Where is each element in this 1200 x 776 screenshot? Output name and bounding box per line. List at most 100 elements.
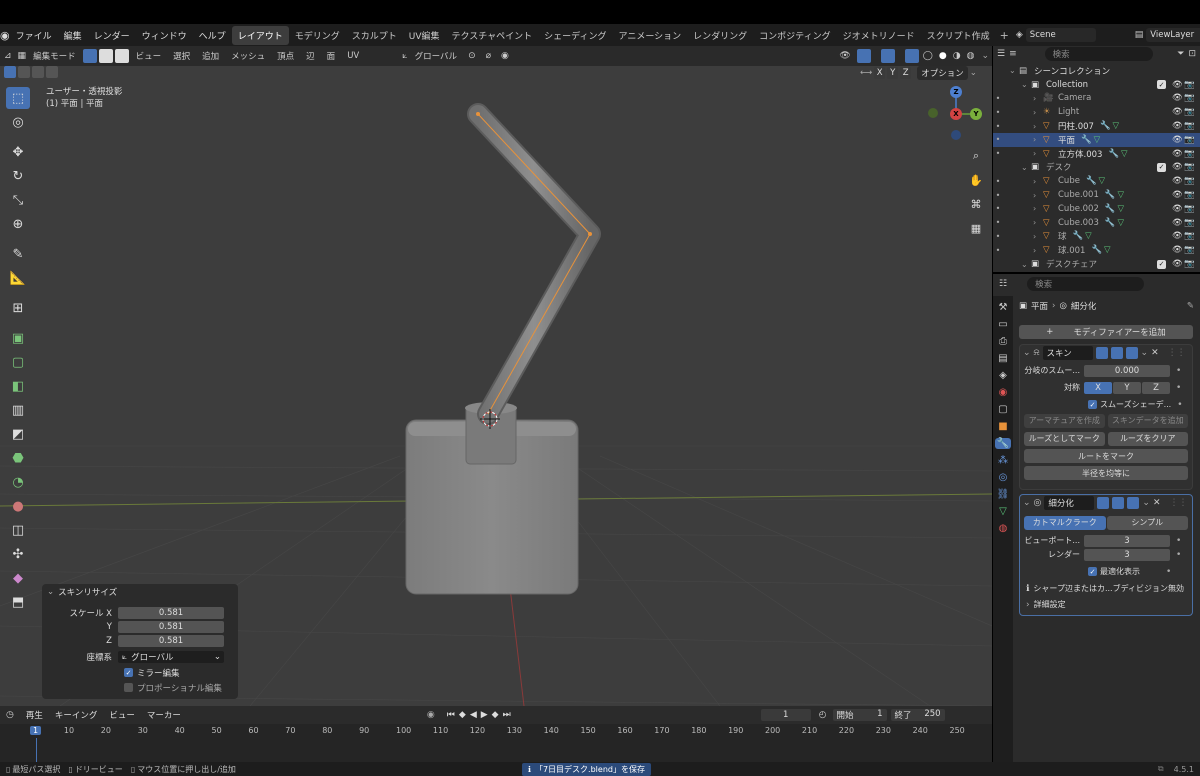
advanced-section-label[interactable]: 詳細設定 xyxy=(1034,599,1066,610)
play-reverse-icon[interactable]: ◀ xyxy=(470,710,477,720)
catmull-clark-tab[interactable]: カトマルクラーク xyxy=(1024,515,1106,530)
orientation-dropdown[interactable]: ⟀ グローバル ⌄ xyxy=(118,650,224,663)
camera-render-icon[interactable]: 📷 xyxy=(1184,93,1196,103)
inset-tool-icon[interactable]: ▢ xyxy=(6,351,30,373)
camera-render-icon[interactable]: 📷 xyxy=(1184,107,1196,117)
shading-material-icon[interactable]: ◑ xyxy=(951,51,963,61)
outliner-row[interactable]: • › ▽ Cube.001 🔧 ▽ 👁 📷 xyxy=(993,188,1200,202)
outliner-row[interactable]: ⌄ ▣ Collection ✓ 👁 📷 xyxy=(993,78,1200,92)
chevron-right-icon[interactable]: › xyxy=(1033,135,1043,144)
create-armature-button[interactable]: アーマチュアを作成 xyxy=(1024,413,1105,428)
symmetry-y-toggle[interactable]: Y xyxy=(1113,381,1141,394)
face-select-icon[interactable] xyxy=(114,49,129,63)
display-mode-icon[interactable]: ≡ xyxy=(1009,49,1017,59)
chevron-right-icon[interactable]: › xyxy=(1033,149,1043,158)
measure-tool-icon[interactable]: 📐 xyxy=(6,267,30,289)
new-collection-icon[interactable]: ⊡ xyxy=(1188,49,1196,59)
mirror-y-toggle[interactable]: Y xyxy=(887,67,899,79)
menu-mesh[interactable]: メッシュ xyxy=(226,50,270,62)
eye-icon[interactable]: 👁 xyxy=(1172,245,1184,255)
tab-rendering[interactable]: レンダリング xyxy=(687,26,753,45)
overlay-toggle-icon[interactable] xyxy=(880,49,895,63)
equalize-radii-button[interactable]: 半径を均等に xyxy=(1024,466,1188,480)
end-frame-field[interactable]: 終了 250 xyxy=(890,709,945,721)
menu-select[interactable]: 選択 xyxy=(168,50,195,62)
select-box-icon[interactable] xyxy=(4,66,16,78)
clear-loose-button[interactable]: ルーズをクリア xyxy=(1107,431,1188,446)
chevron-right-icon[interactable]: › xyxy=(1033,122,1043,131)
chevron-right-icon[interactable]: › xyxy=(1033,204,1043,213)
world-tab-icon[interactable]: ◉ xyxy=(999,387,1008,398)
eye-icon[interactable]: 👁 xyxy=(1172,93,1184,103)
collection-tab-icon[interactable]: ▢ xyxy=(998,404,1007,415)
modifier-tab-icon[interactable]: 🔧 xyxy=(994,438,1012,449)
branch-smoothing-field[interactable]: 0.000 xyxy=(1084,364,1170,377)
view-layer-icon[interactable]: ▤ xyxy=(1132,30,1147,40)
timeline-area[interactable]: 1 10 20 30 40 50 60 70 80 90 100 110 120 130 140 150 160… xyxy=(0,724,992,762)
menu-edge[interactable]: 辺 xyxy=(301,50,320,62)
add-modifier-button[interactable]: + モディファイアーを追加 xyxy=(1019,325,1193,339)
edit-dot-icon[interactable]: • xyxy=(993,232,1003,241)
chevron-right-icon[interactable]: › xyxy=(1033,191,1043,200)
transform-tool-icon[interactable]: ⊕ xyxy=(6,213,30,235)
tab-layout[interactable]: レイアウト xyxy=(231,25,289,45)
chevron-right-icon[interactable]: › xyxy=(1026,600,1030,610)
menu-render[interactable]: レンダー xyxy=(88,29,136,42)
view-layer-selector[interactable]: ViewLayer xyxy=(1146,28,1200,42)
camera-render-icon[interactable]: 📷 xyxy=(1184,259,1196,269)
render-tab-icon[interactable]: ▭ xyxy=(998,319,1007,330)
simple-tab[interactable]: シンプル xyxy=(1106,515,1188,530)
symmetry-z-toggle[interactable]: Z xyxy=(1142,381,1170,394)
camera-render-icon[interactable]: 📷 xyxy=(1184,80,1196,90)
edit-dot-icon[interactable]: • xyxy=(993,218,1003,227)
outliner-row[interactable]: • › ▽ 球 🔧 ▽ 👁 📷 xyxy=(993,230,1200,244)
edit-dot-icon[interactable]: • xyxy=(993,191,1003,200)
shrink-fatten-tool-icon[interactable]: ✣ xyxy=(6,543,30,565)
bevel-tool-icon[interactable]: ◧ xyxy=(6,375,30,397)
render-toggle-icon[interactable] xyxy=(1125,347,1138,359)
editor-type-icon[interactable]: ⊿ xyxy=(0,51,16,61)
particles-tab-icon[interactable]: ⁂ xyxy=(998,455,1008,466)
smooth-shading-checkbox[interactable]: ✓ xyxy=(1088,400,1097,409)
levels-viewport-field[interactable]: 3 xyxy=(1084,534,1170,547)
shading-wire-icon[interactable]: ◯ xyxy=(921,51,935,61)
scene-selector[interactable]: Scene xyxy=(1025,28,1096,42)
object-tab-icon[interactable]: ■ xyxy=(998,421,1007,432)
jump-end-icon[interactable]: ⏭ xyxy=(503,710,511,720)
chevron-right-icon[interactable]: › xyxy=(1033,218,1043,227)
visibility-icon[interactable]: 👁 xyxy=(835,51,854,61)
annotate-tool-icon[interactable]: ✎ xyxy=(6,243,30,265)
menu-edit[interactable]: 編集 xyxy=(58,29,88,42)
eye-icon[interactable]: 👁 xyxy=(1172,80,1184,90)
properties-type-icon[interactable]: ☷ xyxy=(999,279,1007,289)
edit-mode-toggle-icon[interactable] xyxy=(1095,347,1108,359)
camera-render-icon[interactable]: 📷 xyxy=(1184,218,1196,228)
knife-tool-icon[interactable]: ◩ xyxy=(6,423,30,445)
outliner-row[interactable]: • › ▽ 球.001 🔧 ▽ 👁 📷 xyxy=(993,243,1200,257)
current-frame-field[interactable]: 1 xyxy=(760,709,811,721)
skin-modifier-name[interactable]: スキン xyxy=(1042,346,1093,360)
tab-uv-editing[interactable]: UV編集 xyxy=(403,26,446,45)
outliner-row[interactable]: • › ▽ Cube.002 🔧 ▽ 👁 📷 xyxy=(993,202,1200,216)
chevron-down-icon[interactable]: ⌄ xyxy=(1009,66,1019,75)
chevron-right-icon[interactable]: › xyxy=(1033,108,1043,117)
shear-tool-icon[interactable]: ◆ xyxy=(6,567,30,589)
chevron-down-icon[interactable]: ⌄ xyxy=(47,587,54,597)
mark-root-button[interactable]: ルートをマーク xyxy=(1024,449,1188,463)
select-subtract-icon[interactable] xyxy=(32,66,44,78)
spin-tool-icon[interactable]: ◔ xyxy=(6,471,30,493)
keyframe-dot-icon[interactable]: • xyxy=(1166,567,1171,577)
select-invert-icon[interactable] xyxy=(46,66,58,78)
tab-geometry-nodes[interactable]: ジオメトリノード xyxy=(837,26,921,45)
outliner-row[interactable]: • › ▽ 立方体.003 🔧 ▽ 👁 📷 xyxy=(993,147,1200,161)
outliner-row[interactable]: ⌄ ▣ デスク ✓ 👁 📷 xyxy=(993,161,1200,175)
outliner-row[interactable]: • › 🎥 Camera 👁 📷 xyxy=(993,92,1200,106)
xray-toggle-icon[interactable] xyxy=(904,49,919,63)
rip-tool-icon[interactable]: ⬒ xyxy=(6,591,30,613)
menu-window[interactable]: ウィンドウ xyxy=(136,29,193,42)
select-extend-icon[interactable] xyxy=(18,66,30,78)
scale-tool-icon[interactable]: ⤡ xyxy=(6,189,30,211)
outliner-row[interactable]: • › ☀ Light 👁 📷 xyxy=(993,105,1200,119)
menu-uv[interactable]: UV xyxy=(342,51,364,61)
navigation-gizmo[interactable]: Z Y X xyxy=(926,84,986,144)
